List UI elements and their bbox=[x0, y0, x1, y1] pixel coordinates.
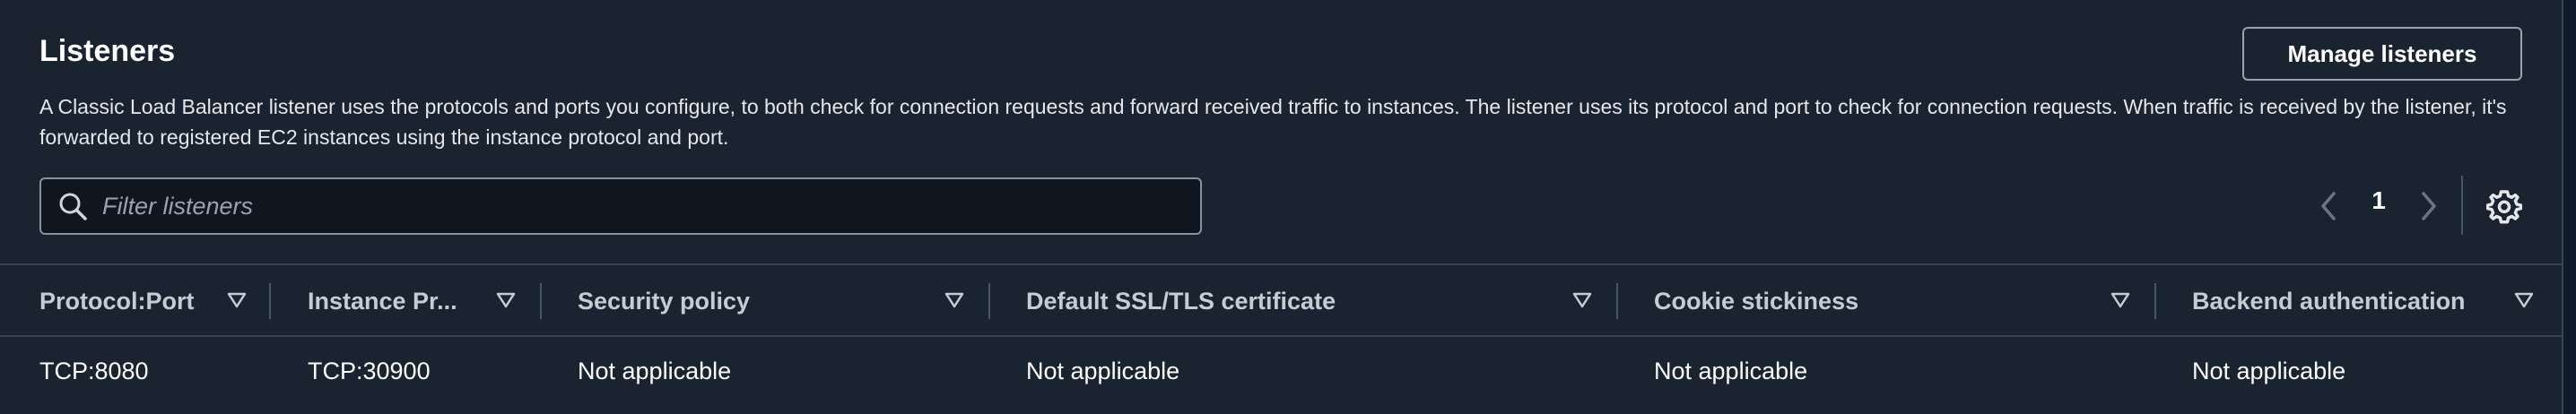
gear-icon[interactable] bbox=[2486, 188, 2522, 224]
column-header-ssl-certificate[interactable]: Default SSL/TLS certificate bbox=[1026, 265, 1336, 337]
table-cell: Not applicable bbox=[2192, 358, 2346, 384]
sort-down-icon[interactable] bbox=[226, 289, 248, 311]
sort-down-icon[interactable] bbox=[944, 289, 965, 311]
column-divider[interactable] bbox=[1616, 283, 1618, 319]
section-title: Listeners bbox=[39, 34, 176, 68]
sort-down-icon[interactable] bbox=[2513, 289, 2535, 311]
sort-down-icon[interactable] bbox=[1571, 289, 1593, 311]
chevron-left-icon[interactable] bbox=[2316, 188, 2341, 224]
column-divider[interactable] bbox=[2154, 283, 2156, 319]
table-cell: TCP:30900 bbox=[308, 358, 431, 384]
table-cell: TCP:8080 bbox=[39, 358, 149, 384]
listeners-panel: Listeners A Classic Load Balancer listen… bbox=[0, 0, 2563, 414]
table-cell: Not applicable bbox=[1026, 358, 1180, 384]
column-divider[interactable] bbox=[988, 283, 990, 319]
filter-listeners-input[interactable] bbox=[100, 191, 1162, 221]
column-header-protocol-port[interactable]: Protocol:Port bbox=[39, 265, 195, 337]
sort-down-icon[interactable] bbox=[495, 289, 517, 311]
column-header-backend-authentication[interactable]: Backend authentication bbox=[2192, 265, 2466, 337]
column-divider[interactable] bbox=[269, 283, 271, 319]
column-header-cookie-stickiness[interactable]: Cookie stickiness bbox=[1654, 265, 1858, 337]
column-divider[interactable] bbox=[540, 283, 542, 319]
section-description: A Classic Load Balancer listener uses th… bbox=[39, 95, 2507, 149]
manage-listeners-button[interactable]: Manage listeners bbox=[2242, 27, 2522, 81]
filter-listeners-field[interactable] bbox=[39, 177, 1202, 235]
page-number[interactable]: 1 bbox=[2368, 186, 2389, 215]
sort-down-icon[interactable] bbox=[2110, 289, 2131, 311]
search-icon bbox=[59, 193, 87, 220]
column-header-instance-protocol[interactable]: Instance Pr... bbox=[308, 265, 457, 337]
table-cell: Not applicable bbox=[578, 358, 732, 384]
table-cell: Not applicable bbox=[1654, 358, 1808, 384]
column-header-security-policy[interactable]: Security policy bbox=[578, 265, 750, 337]
table-header-divider bbox=[0, 335, 2562, 337]
pager-divider bbox=[2461, 176, 2463, 235]
chevron-right-icon[interactable] bbox=[2416, 188, 2441, 224]
